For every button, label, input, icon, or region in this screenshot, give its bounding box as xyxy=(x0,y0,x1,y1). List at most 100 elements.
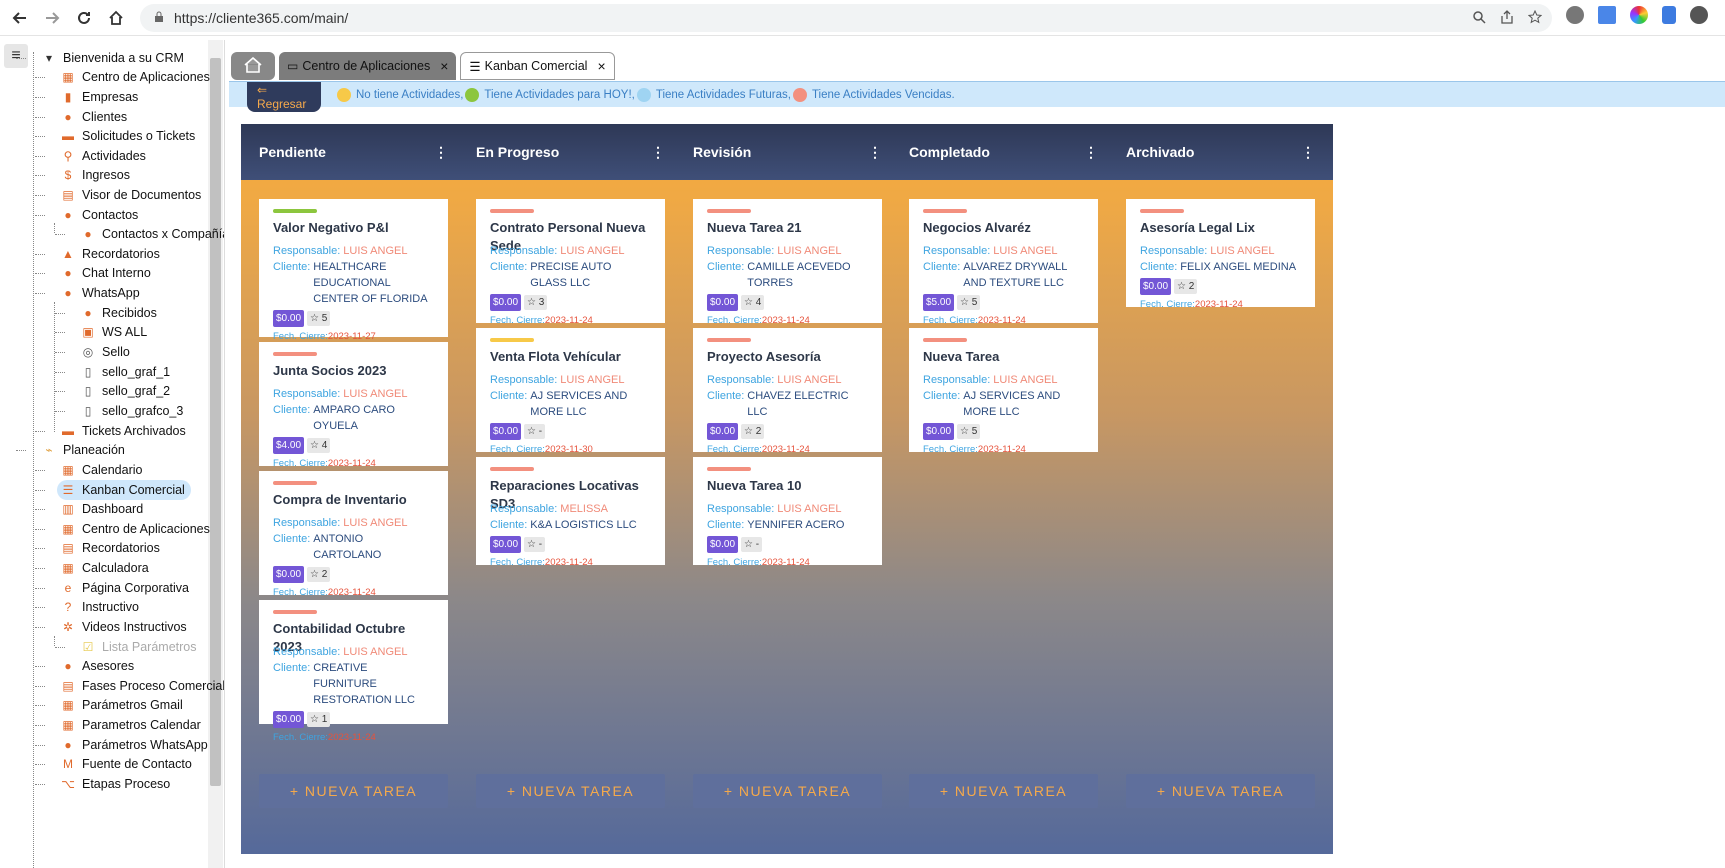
new-task-button[interactable]: + NUEVA TAREA xyxy=(259,774,448,808)
sidebar-item-sello-grafco-3[interactable]: ▯ sello_grafco_3 xyxy=(81,401,184,421)
sidebar-item-visor-de-documentos[interactable]: ▤ Visor de Documentos xyxy=(61,185,201,205)
task-card[interactable]: Nueva Tarea 10 Responsable: LUIS ANGEL C… xyxy=(693,457,882,568)
sidebar-item-label: Fases Proceso Comercial xyxy=(82,679,225,693)
column-menu-icon[interactable]: ⋮ xyxy=(1084,144,1098,161)
sidebar-item-sello[interactable]: ◎ Sello xyxy=(81,342,130,362)
share-icon[interactable] xyxy=(1500,10,1514,27)
tab-home[interactable] xyxy=(231,52,275,80)
column-menu-icon[interactable]: ⋮ xyxy=(868,144,882,161)
rating-badge: ☆ 5 xyxy=(957,424,981,439)
close-icon[interactable]: × xyxy=(597,58,605,74)
card-responsable-row: Responsable: LUIS ANGEL xyxy=(923,372,1084,388)
close-date: Fech. Cierre:2023-11-24 xyxy=(273,732,434,743)
back-button[interactable]: ⇐ Regresar xyxy=(247,82,321,112)
sidebar-item-solicitudes-o-tickets[interactable]: ▬ Solicitudes o Tickets xyxy=(61,126,195,146)
sidebar-item-par-metros-gmail[interactable]: ▦ Parámetros Gmail xyxy=(61,695,182,715)
task-card[interactable]: Reparaciones Locativas SD3 Responsable: … xyxy=(476,457,665,568)
task-card[interactable]: Valor Negativo P&l Responsable: LUIS ANG… xyxy=(259,199,448,342)
close-date-value: 2023-11-24 xyxy=(977,315,1026,326)
sidebar-item-ws-all[interactable]: ▣ WS ALL xyxy=(81,322,147,342)
tree-connector xyxy=(35,195,45,196)
sidebar-item-p-gina-corporativa[interactable]: e Página Corporativa xyxy=(61,578,189,598)
sidebar-item-recordatorios[interactable]: ▤ Recordatorios xyxy=(61,538,160,558)
home-icon[interactable] xyxy=(104,6,128,30)
sidebar-item-bienvenida-a-su-crm[interactable]: ▾ Bienvenida a su CRM xyxy=(42,48,184,68)
address-bar[interactable]: https://cliente365.com/main/ xyxy=(140,4,1552,32)
task-card[interactable]: Nueva Tarea Responsable: LUIS ANGEL Clie… xyxy=(909,328,1098,455)
task-card[interactable]: Venta Flota Vehícular Responsable: LUIS … xyxy=(476,328,665,455)
task-card[interactable]: Contrato Personal Nueva Sede Responsable… xyxy=(476,199,665,326)
card-responsable-row: Responsable: MELISSA xyxy=(490,501,651,517)
card-title: Asesoría Legal Lix xyxy=(1140,220,1255,235)
column-menu-icon[interactable]: ⋮ xyxy=(434,144,448,161)
reload-icon[interactable] xyxy=(72,6,96,30)
task-card[interactable]: Asesoría Legal Lix Responsable: LUIS ANG… xyxy=(1126,199,1315,310)
task-card[interactable]: Compra de Inventario Responsable: LUIS A… xyxy=(259,471,448,598)
tab-kanban-comercial[interactable]: ☰ Kanban Comercial × xyxy=(460,52,615,80)
column-menu-icon[interactable]: ⋮ xyxy=(651,144,665,161)
sidebar-item-actividades[interactable]: ⚲ Actividades xyxy=(61,146,146,166)
sidebar-item-recibidos[interactable]: ● Recibidos xyxy=(81,303,157,323)
list-icon: ☰ xyxy=(62,483,74,497)
sidebar-item-sello-graf-2[interactable]: ▯ sello_graf_2 xyxy=(81,381,170,401)
tree-connector xyxy=(35,293,45,294)
clipboard-icon[interactable] xyxy=(1662,6,1676,24)
sidebar-item-sello-graf-1[interactable]: ▯ sello_graf_1 xyxy=(81,362,170,382)
sidebar-item-fases-proceso-comercial[interactable]: ▤ Fases Proceso Comercial xyxy=(61,676,225,696)
sidebar-item-centro-de-aplicaciones[interactable]: ▦ Centro de Aplicaciones xyxy=(61,67,210,87)
sidebar-item-videos-instructivos[interactable]: ✲ Videos Instructivos xyxy=(61,617,187,637)
sidebar-item-lista-par-metros[interactable]: ☑ Lista Parámetros xyxy=(81,637,197,657)
tab-centro-aplicaciones[interactable]: ▭ Centro de Aplicaciones × xyxy=(279,52,457,80)
translate-icon[interactable] xyxy=(1598,6,1616,24)
sidebar-item-clientes[interactable]: ● Clientes xyxy=(61,107,127,127)
new-task-button[interactable]: + NUEVA TAREA xyxy=(909,774,1098,808)
sidebar-item-calculadora[interactable]: ▦ Calculadora xyxy=(61,558,148,578)
extension-gear-icon[interactable] xyxy=(1566,6,1584,24)
sidebar-item-label: sello_graf_1 xyxy=(102,365,171,379)
sidebar-item-etapas-proceso[interactable]: ⌥ Etapas Proceso xyxy=(61,774,170,794)
close-icon[interactable]: × xyxy=(440,58,448,74)
sidebar-item-recordatorios[interactable]: ▲ Recordatorios xyxy=(61,244,160,264)
sidebar-item-parametros-calendar[interactable]: ▦ Parametros Calendar xyxy=(61,715,200,735)
sidebar-item-contactos[interactable]: ● Contactos xyxy=(61,205,138,225)
task-card[interactable]: Negocios Alvaréz Responsable: LUIS ANGEL… xyxy=(909,199,1098,326)
tree-connector xyxy=(35,254,45,255)
sidebar-item-fuente-de-contacto[interactable]: M Fuente de Contacto xyxy=(61,754,192,774)
client-label: Cliente: xyxy=(273,404,311,416)
bookmark-star-icon[interactable] xyxy=(1527,9,1543,27)
sidebar-item-ingresos[interactable]: $ Ingresos xyxy=(61,165,130,185)
color-wheel-icon[interactable] xyxy=(1630,6,1648,24)
new-task-button[interactable]: + NUEVA TAREA xyxy=(693,774,882,808)
back-arrow-icon[interactable] xyxy=(8,6,32,30)
sidebar-item-instructivo[interactable]: ? Instructivo xyxy=(61,597,139,617)
hamburger-menu-icon[interactable]: ≡ xyxy=(4,44,28,68)
task-card[interactable]: Nueva Tarea 21 Responsable: LUIS ANGEL C… xyxy=(693,199,882,326)
sidebar-item-par-metros-whatsapp[interactable]: ● Parámetros WhatsApp xyxy=(61,735,207,755)
zoom-icon[interactable] xyxy=(1472,10,1486,27)
sidebar-item-contactos-x-compa-a[interactable]: ● Contactos x Compañía xyxy=(81,224,224,244)
new-task-button[interactable]: + NUEVA TAREA xyxy=(1126,774,1315,808)
sidebar-item-whatsapp[interactable]: ● WhatsApp xyxy=(61,283,139,303)
task-card[interactable]: Contabilidad Octubre 2023 Responsable: L… xyxy=(259,600,448,743)
sidebar-item-chat-interno[interactable]: ● Chat Interno xyxy=(61,263,150,283)
column-menu-icon[interactable]: ⋮ xyxy=(1301,144,1315,161)
sidebar-item-empresas[interactable]: ▮ Empresas xyxy=(61,87,139,107)
task-card[interactable]: Proyecto Asesoría Responsable: LUIS ANGE… xyxy=(693,328,882,455)
forward-arrow-icon[interactable] xyxy=(40,6,64,30)
new-task-button[interactable]: + NUEVA TAREA xyxy=(476,774,665,808)
sidebar-item-planeaci-n[interactable]: ⌁ Planeación xyxy=(42,440,125,460)
main-area: ▭ Centro de Aplicaciones × ☰ Kanban Come… xyxy=(229,40,1725,868)
card-list: Contrato Personal Nueva Sede Responsable… xyxy=(476,199,665,570)
profile-icon[interactable] xyxy=(1690,6,1708,24)
sidebar-item-label: Planeación xyxy=(63,443,125,457)
sidebar-item-dashboard[interactable]: ▥ Dashboard xyxy=(61,499,143,519)
price-badge: $0.00 xyxy=(707,423,739,440)
sidebar-item-kanban-comercial[interactable]: ☰ Kanban Comercial xyxy=(57,480,191,500)
task-card[interactable]: Junta Socios 2023 Responsable: LUIS ANGE… xyxy=(259,342,448,469)
sidebar-item-centro-de-aplicaciones[interactable]: ▦ Centro de Aplicaciones xyxy=(61,519,210,539)
sidebar-item-tickets-archivados[interactable]: ▬ Tickets Archivados xyxy=(61,421,186,441)
star-icon: ☆ xyxy=(960,426,969,437)
sidebar-item-asesores[interactable]: ● Asesores xyxy=(61,656,134,676)
card-title: Venta Flota Vehícular xyxy=(490,349,621,364)
sidebar-item-calendario[interactable]: ▦ Calendario xyxy=(61,460,142,480)
